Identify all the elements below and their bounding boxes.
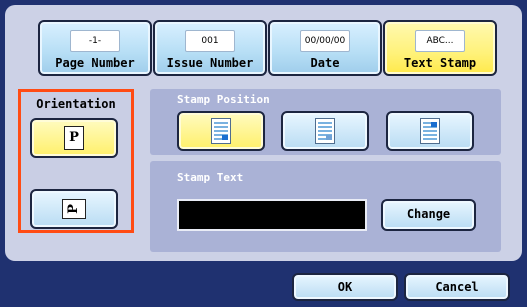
- date-tag: 00/00/00: [300, 30, 350, 52]
- orientation-landscape-button[interactable]: P: [30, 189, 118, 229]
- text-stamp-tag: ABC...: [415, 30, 465, 52]
- ok-button[interactable]: OK: [292, 273, 398, 301]
- dialog-frame: -1- Page Number 001 Issue Number 00/00/0…: [0, 0, 527, 307]
- issue-number-tag: 001: [185, 30, 235, 52]
- landscape-page-icon: P: [62, 199, 86, 219]
- stamp-text-field[interactable]: [177, 199, 367, 231]
- tab-label: Text Stamp: [403, 56, 477, 70]
- tab-label: Date: [310, 56, 340, 70]
- orientation-title: Orientation: [36, 97, 116, 111]
- tab-date[interactable]: 00/00/00 Date: [268, 20, 382, 76]
- orientation-portrait-button[interactable]: P: [30, 118, 118, 158]
- stamp-position-title: Stamp Position: [177, 93, 270, 106]
- change-button[interactable]: Change: [381, 199, 476, 231]
- tab-label: Issue Number: [166, 56, 254, 70]
- page-middle-right-icon: [315, 118, 335, 144]
- portrait-page-icon: P: [64, 126, 84, 150]
- stamp-position-bottom-right-button[interactable]: [177, 111, 265, 151]
- stamp-text-title: Stamp Text: [177, 171, 244, 184]
- orientation-group: Orientation P P: [18, 89, 134, 233]
- page-number-tag: -1-: [70, 30, 120, 52]
- tab-issue-number[interactable]: 001 Issue Number: [153, 20, 267, 76]
- page-bottom-right-icon: [211, 118, 231, 144]
- stamp-position-middle-right-button[interactable]: [281, 111, 369, 151]
- cancel-button[interactable]: Cancel: [404, 273, 510, 301]
- tab-label: Page Number: [55, 56, 135, 70]
- stamp-position-section: Stamp Position: [150, 89, 501, 155]
- tab-text-stamp[interactable]: ABC... Text Stamp: [383, 20, 497, 76]
- stamp-position-top-right-button[interactable]: [386, 111, 474, 151]
- tab-page-number[interactable]: -1- Page Number: [38, 20, 152, 76]
- page-top-right-icon: [420, 118, 440, 144]
- stamp-text-section: Stamp Text Change: [150, 161, 501, 252]
